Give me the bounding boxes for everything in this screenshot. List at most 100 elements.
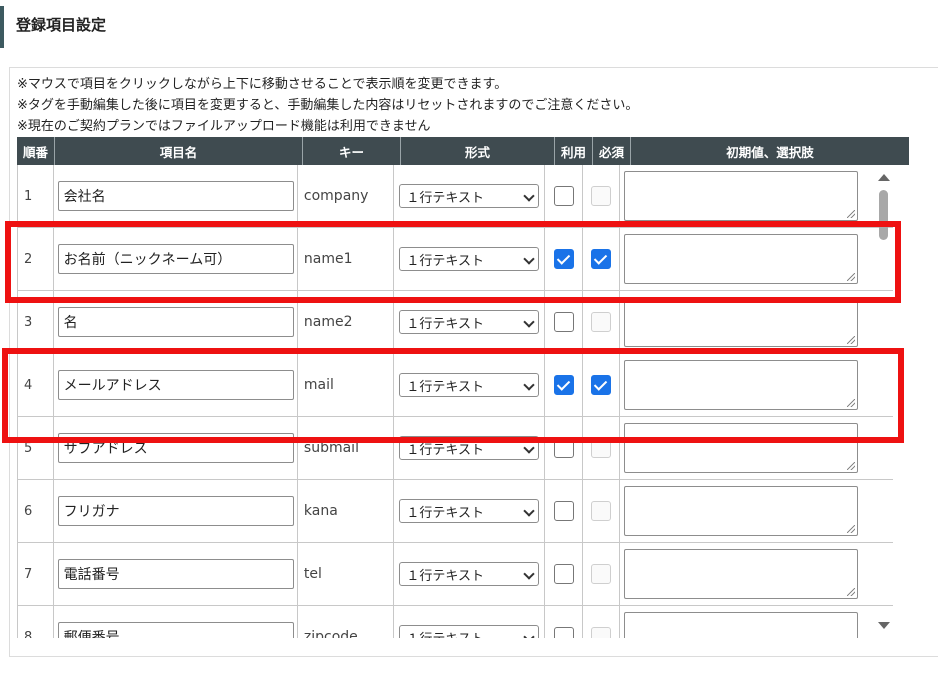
use-checkbox[interactable] [553,186,574,206]
resize-grip-icon[interactable] [847,462,856,470]
initial-value-textarea[interactable] [624,234,859,284]
item-name-cell: 名 [54,291,298,353]
scroll-down-icon[interactable] [878,622,890,629]
item-type-select[interactable]: １行テキスト [399,184,540,208]
table-body[interactable]: 1 会社名 company １行テキスト 2 お名前（ニックネーム可） name1 １行テキス… [17,165,893,638]
required-checkbox[interactable] [590,375,611,395]
item-key: tel [298,543,395,605]
initial-value-cell [620,417,893,479]
item-type-select[interactable]: １行テキスト [399,310,540,334]
item-type-value: １行テキスト [406,442,484,458]
required-cell [583,480,621,542]
table-row[interactable]: 1 会社名 company １行テキスト [17,165,893,228]
required-checkbox [590,438,611,458]
row-number: 2 [17,228,55,290]
item-name-cell: 郵便番号 [54,606,298,638]
table-header: 順番 項目名 キー 形式 利用 必須 初期値、選択肢 [17,137,909,165]
required-cell [583,354,621,416]
item-type-select[interactable]: １行テキスト [399,373,540,397]
table-row[interactable]: 5 サブアドレス submail １行テキスト [17,417,893,480]
initial-value-textarea[interactable] [624,297,859,347]
item-type-value: １行テキスト [406,253,484,269]
item-name-cell: サブアドレス [54,417,298,479]
table-row[interactable]: 2 お名前（ニックネーム可） name1 １行テキスト [17,228,893,291]
item-name-input[interactable]: お名前（ニックネーム可） [57,244,294,274]
item-name-input[interactable]: 電話番号 [57,559,294,589]
initial-value-textarea[interactable] [624,486,859,536]
item-type-select[interactable]: １行テキスト [399,436,540,460]
initial-value-cell [620,606,893,638]
header-type: 形式 [401,137,555,165]
item-name-input[interactable]: 名 [57,307,294,337]
item-type-cell: １行テキスト [394,354,546,416]
item-key: kana [298,480,395,542]
initial-value-textarea[interactable] [624,360,859,410]
item-name-input[interactable]: メールアドレス [57,370,294,400]
initial-value-cell [620,228,893,290]
initial-value-textarea[interactable] [624,171,859,221]
table-row[interactable]: 6 フリガナ kana １行テキスト [17,480,893,543]
item-key: company [298,165,395,227]
item-name-input[interactable]: 郵便番号 [57,622,294,638]
initial-value-textarea[interactable] [624,549,859,599]
item-type-value: １行テキスト [406,379,484,395]
use-checkbox[interactable] [553,564,574,584]
row-number: 4 [17,354,55,416]
scroll-thumb[interactable] [879,190,888,240]
item-type-select[interactable]: １行テキスト [399,499,540,523]
required-cell [583,291,621,353]
chevron-down-icon [523,253,535,265]
item-key: submail [298,417,395,479]
use-cell [545,165,583,227]
table-row[interactable]: 7 電話番号 tel １行テキスト [17,543,893,606]
table-row[interactable]: 3 名 name2 １行テキスト [17,291,893,354]
page-title: 登録項目設定 [0,6,300,48]
header-name: 項目名 [55,137,303,165]
scroll-up-icon[interactable] [878,174,890,181]
resize-grip-icon[interactable] [847,399,856,407]
use-checkbox[interactable] [553,375,574,395]
use-checkbox[interactable] [553,438,574,458]
resize-grip-icon[interactable] [847,210,856,218]
row-number: 1 [17,165,55,227]
item-name-input[interactable]: フリガナ [57,496,294,526]
table-scrollbar[interactable] [874,170,892,635]
chevron-down-icon [523,505,535,517]
row-number: 5 [17,417,55,479]
use-checkbox[interactable] [553,501,574,521]
use-checkbox[interactable] [553,312,574,332]
initial-value-cell [620,543,893,605]
use-checkbox[interactable] [553,249,574,269]
use-cell [545,417,583,479]
item-key: zipcode [298,606,395,638]
table-row[interactable]: 4 メールアドレス mail １行テキスト [17,354,893,417]
resize-grip-icon[interactable] [847,273,856,281]
item-type-select[interactable]: １行テキスト [399,562,540,586]
initial-value-textarea[interactable] [624,423,859,473]
required-checkbox[interactable] [590,249,611,269]
use-cell [545,228,583,290]
resize-grip-icon[interactable] [847,588,856,596]
note-line: ※タグを手動編集した後に項目を変更すると、手動編集した内容はリセットされますので… [17,98,639,113]
item-type-value: １行テキスト [406,568,484,584]
item-type-cell: １行テキスト [394,165,546,227]
item-key: name1 [298,228,395,290]
item-type-value: １行テキスト [406,190,484,206]
resize-grip-icon[interactable] [847,525,856,533]
use-checkbox[interactable] [553,627,574,638]
use-cell [545,543,583,605]
item-type-select[interactable]: １行テキスト [399,625,540,639]
item-name-input[interactable]: 会社名 [57,181,294,211]
item-type-cell: １行テキスト [394,228,546,290]
item-type-cell: １行テキスト [394,291,546,353]
initial-value-textarea[interactable] [624,612,859,638]
item-type-select[interactable]: １行テキスト [399,247,540,271]
resize-grip-icon[interactable] [847,336,856,344]
use-cell [545,606,583,638]
item-type-value: １行テキスト [406,628,484,639]
required-cell [583,165,621,227]
table-row[interactable]: 8郵便番号zipcode １行テキスト [17,606,893,638]
required-cell [583,417,621,479]
item-name-input[interactable]: サブアドレス [57,433,294,463]
item-type-value: １行テキスト [406,316,484,332]
